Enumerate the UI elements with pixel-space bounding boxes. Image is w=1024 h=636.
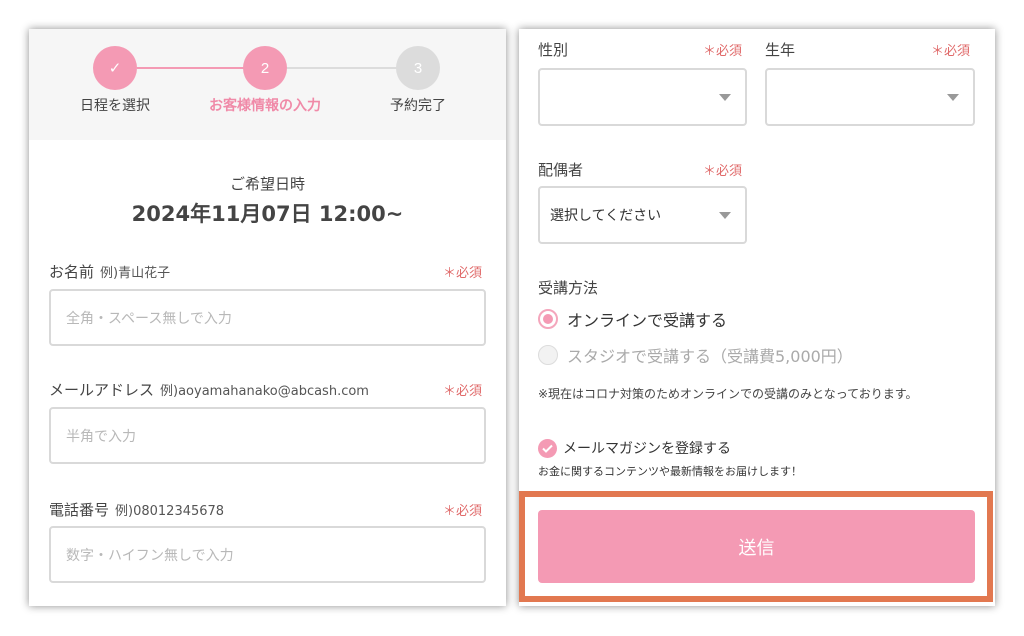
- gender-required-badge: ＊必須: [703, 44, 743, 59]
- gender-chevron-down-icon: [719, 94, 731, 101]
- birth-year-chevron-down-icon: [947, 94, 959, 101]
- birth-year-label: 生年: [765, 41, 796, 59]
- email-example: 例)aoyamahanako@abcash.com: [160, 384, 369, 399]
- birth-year-required-badge: ＊必須: [931, 44, 971, 59]
- name-input[interactable]: 全角・スペース無しで入力: [49, 289, 486, 346]
- name-example: 例)青山花子: [100, 266, 171, 281]
- attendance-option-online-label: オンラインで受講する: [567, 311, 728, 330]
- attendance-option-studio-label: スタジオで受講する（受講費5,000円）: [567, 347, 853, 366]
- birth-year-select[interactable]: [765, 68, 975, 126]
- preferred-datetime-value: 2024年11月07日 12:00~: [131, 202, 404, 226]
- attendance-note: ※現在はコロナ対策のためオンラインでの受講のみとなっております。: [538, 387, 918, 401]
- step-1-label: 日程を選択: [80, 98, 150, 114]
- step-2-circle: 2: [243, 46, 287, 90]
- progress-stepper: ✓ 2 3 日程を選択 お客様情報の入力 予約完了: [29, 29, 506, 140]
- name-label-text: お名前: [49, 263, 95, 281]
- newsletter-label: メールマガジンを登録する: [563, 441, 731, 457]
- phone-input[interactable]: 数字・ハイフン無しで入力: [49, 526, 486, 583]
- radio-unselected-icon: [538, 345, 558, 365]
- step-3-circle: 3: [396, 46, 440, 90]
- phone-label-text: 電話番号: [49, 501, 110, 519]
- phone-example: 例)08012345678: [115, 504, 225, 519]
- step-2-label: お客様情報の入力: [209, 98, 321, 114]
- spouse-label: 配偶者: [538, 161, 584, 179]
- attendance-option-studio[interactable]: スタジオで受講する（受講費5,000円）: [538, 343, 853, 367]
- spouse-select-value: 選択してください: [550, 208, 662, 224]
- email-label: メールアドレス 例)aoyamahanako@abcash.com: [49, 379, 369, 400]
- email-label-text: メールアドレス: [49, 381, 155, 399]
- newsletter-description: お金に関するコンテンツや最新情報をお届けします！: [538, 465, 802, 478]
- name-label: お名前 例)青山花子: [49, 261, 170, 282]
- spouse-select[interactable]: 選択してください: [538, 186, 747, 244]
- step-3-label: 予約完了: [390, 98, 446, 114]
- name-required-badge: ＊必須: [443, 266, 483, 281]
- step-connector-todo: [287, 67, 397, 69]
- spouse-chevron-down-icon: [719, 212, 731, 219]
- step-1-check-icon: ✓: [93, 46, 137, 90]
- gender-select[interactable]: [538, 68, 747, 126]
- phone-label: 電話番号 例)08012345678: [49, 499, 224, 520]
- submit-button[interactable]: 送信: [538, 510, 975, 583]
- checkmark-icon: [538, 438, 557, 458]
- attendance-label: 受講方法: [538, 279, 599, 297]
- preferred-datetime-title: ご希望日時: [229, 175, 305, 193]
- attendance-option-online[interactable]: オンラインで受講する: [538, 307, 727, 331]
- radio-selected-icon: [538, 309, 558, 329]
- phone-required-badge: ＊必須: [443, 504, 483, 519]
- email-required-badge: ＊必須: [443, 384, 483, 399]
- spouse-required-badge: ＊必須: [703, 164, 743, 179]
- gender-label: 性別: [538, 41, 569, 59]
- newsletter-checkbox[interactable]: メールマガジンを登録する: [538, 438, 731, 458]
- email-input[interactable]: 半角で入力: [49, 407, 486, 464]
- form-panel-left: ✓ 2 3 日程を選択 お客様情報の入力 予約完了 ご希望日時 2024年11月…: [29, 29, 506, 606]
